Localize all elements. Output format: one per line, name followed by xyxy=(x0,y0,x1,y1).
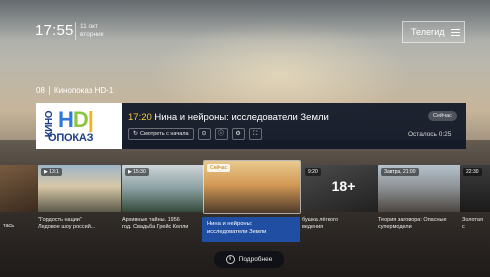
card-caption: бушка лёгкого ведения xyxy=(302,217,339,230)
info-button[interactable]: ⓘ xyxy=(214,128,228,140)
tv-guide-button[interactable]: Телегид xyxy=(402,21,465,43)
menu-icon xyxy=(451,29,460,37)
age-rating: 18+ xyxy=(331,178,356,194)
program-card[interactable]: 9:20 18+ xyxy=(302,165,385,212)
program-card[interactable]: ▶ 15:30 xyxy=(122,165,205,212)
channel-info: 08 Кинопоказ HD-1 xyxy=(36,86,113,95)
program-card-selected[interactable]: Сейчас xyxy=(204,161,300,213)
program-card[interactable]: ▶ 13:1 xyxy=(38,165,121,212)
program-title: 17:20 Нина и нейроны: исследователи Земл… xyxy=(128,112,329,123)
selected-program-tooltip: Нина и нейроны: исследователи Земли xyxy=(202,217,300,242)
date-day: 11 окт xyxy=(80,23,99,30)
fullscreen-button[interactable]: ⛶ xyxy=(248,128,262,140)
clock-divider xyxy=(75,22,76,40)
restart-icon: ↻ xyxy=(133,131,139,137)
channel-divider xyxy=(48,86,50,95)
channel-name: Кинопоказ HD-1 xyxy=(53,86,114,95)
tv-screen: 17:55 11 окт вторник Телегид 08 Кинопока… xyxy=(0,0,490,277)
card-now-badge: Сейчас xyxy=(207,164,231,172)
tv-guide-label: Телегид xyxy=(411,27,445,37)
card-time-badge: 22:30 xyxy=(463,168,482,176)
more-details-button[interactable]: i Подробнее xyxy=(214,251,284,268)
tooltip-line1: Нина и нейроны: xyxy=(207,221,253,227)
card-caption: "Гордость нации" Ледовое шоу россий... xyxy=(38,217,96,230)
tooltip-line2: исследователи Земли xyxy=(207,228,267,235)
now-badge: Сейчас xyxy=(428,111,457,121)
time-remaining: Осталось 0:25 xyxy=(408,131,452,138)
record-icon: ⊙ xyxy=(201,131,207,137)
clock: 17:55 xyxy=(35,22,74,39)
more-details-label: Подробнее xyxy=(238,256,273,263)
restart-label: Смотреть с начала xyxy=(140,131,189,137)
program-panel: КИНО HD| ОПОКАЗ 17:20 Нина и нейроны: ис… xyxy=(36,103,466,149)
card-time-badge: ▶ 15:30 xyxy=(125,168,149,176)
program-card[interactable]: Завтра, 21:00 xyxy=(378,165,461,212)
record-button[interactable]: ⊙ xyxy=(197,128,211,140)
settings-button[interactable]: ⚙ xyxy=(231,128,245,140)
card-caption: Архивные тайны. 1956 год. Свадьба Грейс К… xyxy=(122,217,189,230)
program-time: 17:20 xyxy=(128,112,152,123)
card-caption: Теория заговора: Опасные супермодели xyxy=(378,217,447,230)
program-card[interactable] xyxy=(0,165,38,212)
restart-button[interactable]: ↻ Смотреть с начала xyxy=(128,128,194,140)
card-time-badge: 9:20 xyxy=(305,168,321,176)
logo-pokaz-text: ОПОКАЗ xyxy=(48,132,94,144)
date: 11 окт вторник xyxy=(80,23,104,39)
program-card[interactable]: 22:30 xyxy=(460,165,490,212)
card-caption: Золотая с xyxy=(462,217,483,230)
info-icon: ⓘ xyxy=(218,131,225,137)
card-time-badge: Завтра, 21:00 xyxy=(381,168,419,176)
settings-icon: ⚙ xyxy=(235,131,241,137)
card-time-badge: ▶ 13:1 xyxy=(41,168,62,176)
date-weekday: вторник xyxy=(80,31,104,38)
info-icon: i xyxy=(225,255,235,264)
channel-number: 08 xyxy=(36,86,45,95)
program-name: Нина и нейроны: исследователи Земли xyxy=(154,112,329,123)
channel-logo: КИНО HD| ОПОКАЗ xyxy=(36,103,122,149)
fullscreen-icon: ⛶ xyxy=(252,131,258,137)
logo-hd: HD| xyxy=(58,107,94,132)
player-controls: ↻ Смотреть с начала ⊙ ⓘ ⚙ ⛶ xyxy=(128,128,262,140)
